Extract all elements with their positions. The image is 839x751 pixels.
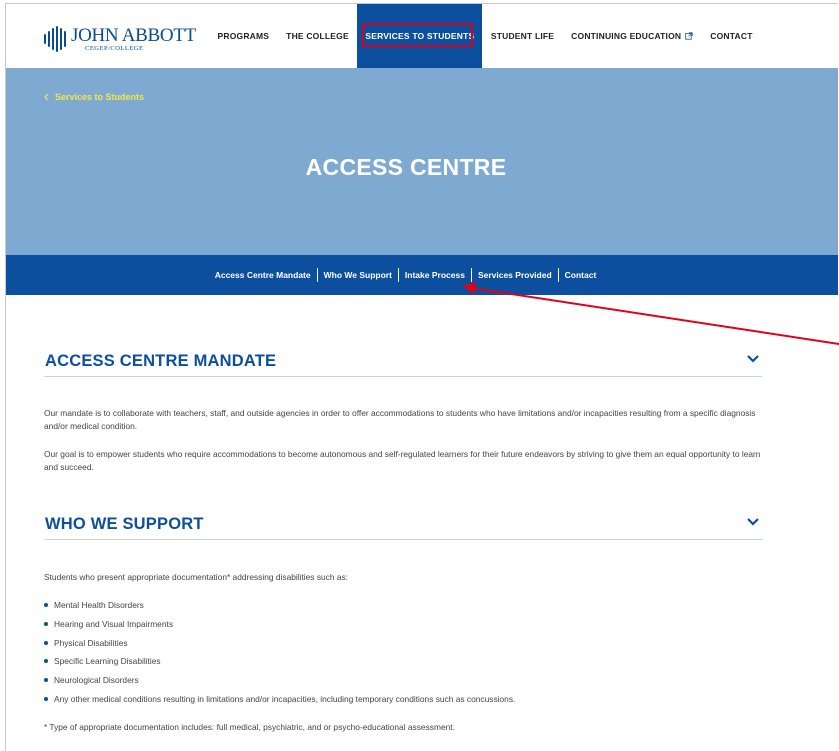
- nav-programs[interactable]: PROGRAMS: [209, 4, 278, 68]
- breadcrumb[interactable]: Services to Students: [44, 92, 144, 102]
- section-subnav: Access Centre Mandate Who We Support Int…: [6, 255, 838, 295]
- subnav-contact[interactable]: Contact: [559, 270, 603, 280]
- main-nav: PROGRAMS THE COLLEGE SERVICES TO STUDENT…: [209, 4, 761, 68]
- nav-student-life-label: STUDENT LIFE: [490, 31, 555, 41]
- browser-page: JOHN ABBOTT CEGEP/COLLEGE PROGRAMS THE C…: [5, 3, 838, 751]
- chevron-down-icon[interactable]: [746, 517, 760, 527]
- nav-student-life[interactable]: STUDENT LIFE: [482, 4, 562, 68]
- list-item: Neurological Disorders: [44, 675, 139, 685]
- external-link-icon: [685, 32, 693, 40]
- list-item: Physical Disabilities: [44, 638, 128, 648]
- accordion-support-header[interactable]: WHO WE SUPPORT: [44, 509, 762, 540]
- list-item: Hearing and Visual Impairments: [44, 619, 173, 629]
- list-item-text: Physical Disabilities: [54, 638, 128, 648]
- subnav-intake-process[interactable]: Intake Process: [399, 270, 471, 280]
- annotation-highlight-box: [362, 23, 474, 47]
- list-item-text: Mental Health Disorders: [54, 600, 144, 610]
- list-item-text: Hearing and Visual Impairments: [54, 619, 174, 629]
- nav-contact[interactable]: CONTACT: [702, 4, 761, 68]
- chevron-down-icon[interactable]: [746, 354, 760, 364]
- chevron-left-icon: [44, 93, 49, 101]
- site-logo[interactable]: JOHN ABBOTT CEGEP/COLLEGE: [44, 24, 196, 54]
- support-footnote: * Type of appropriate documentation incl…: [44, 722, 455, 732]
- breadcrumb-label: Services to Students: [55, 92, 145, 102]
- page-title: ACCESS CENTRE: [305, 154, 507, 180]
- list-item: Mental Health Disorders: [44, 600, 144, 610]
- nav-the-college-label: THE COLLEGE: [286, 31, 349, 41]
- logo-subtitle: CEGEP/COLLEGE: [85, 44, 144, 52]
- bullet-icon: [44, 659, 48, 663]
- subnav-access-centre-mandate[interactable]: Access Centre Mandate: [209, 270, 317, 280]
- nav-the-college[interactable]: THE COLLEGE: [278, 4, 358, 68]
- subnav-services-provided[interactable]: Services Provided: [472, 270, 558, 280]
- bullet-icon: [44, 603, 48, 607]
- list-item: Any other medical conditions resulting i…: [44, 694, 515, 704]
- hero-banner: Services to Students ACCESS CENTRE: [6, 68, 838, 255]
- list-item-text: Any other medical conditions resulting i…: [54, 694, 516, 704]
- nav-contact-label: CONTACT: [710, 31, 753, 41]
- support-intro: Students who present appropriate documen…: [44, 572, 349, 582]
- nav-continuing-education[interactable]: CONTINUING EDUCATION: [563, 4, 702, 68]
- list-item: Specific Learning Disabilities: [44, 656, 161, 666]
- bullet-icon: [44, 678, 48, 682]
- logo-mark-icon: [44, 26, 66, 52]
- subnav-who-we-support[interactable]: Who We Support: [318, 270, 398, 280]
- mandate-paragraph-2: Our goal is to empower students who requ…: [44, 449, 761, 472]
- nav-programs-label: PROGRAMS: [217, 31, 270, 41]
- site-header: JOHN ABBOTT CEGEP/COLLEGE PROGRAMS THE C…: [6, 4, 838, 68]
- section-title-mandate: ACCESS CENTRE MANDATE: [45, 352, 277, 370]
- list-item-text: Specific Learning Disabilities: [54, 656, 161, 666]
- nav-services-to-students[interactable]: SERVICES TO STUDENTS: [357, 4, 483, 68]
- section-title-support: WHO WE SUPPORT: [45, 515, 204, 533]
- bullet-icon: [44, 622, 48, 626]
- bullet-icon: [44, 697, 48, 701]
- nav-continuing-education-label: CONTINUING EDUCATION: [571, 31, 682, 41]
- accordion-mandate-header[interactable]: ACCESS CENTRE MANDATE: [44, 346, 762, 377]
- logo-name: JOHN ABBOTT: [71, 24, 196, 46]
- mandate-paragraph-1: Our mandate is to collaborate with teach…: [44, 408, 756, 431]
- list-item-text: Neurological Disorders: [54, 675, 139, 685]
- bullet-icon: [44, 641, 48, 645]
